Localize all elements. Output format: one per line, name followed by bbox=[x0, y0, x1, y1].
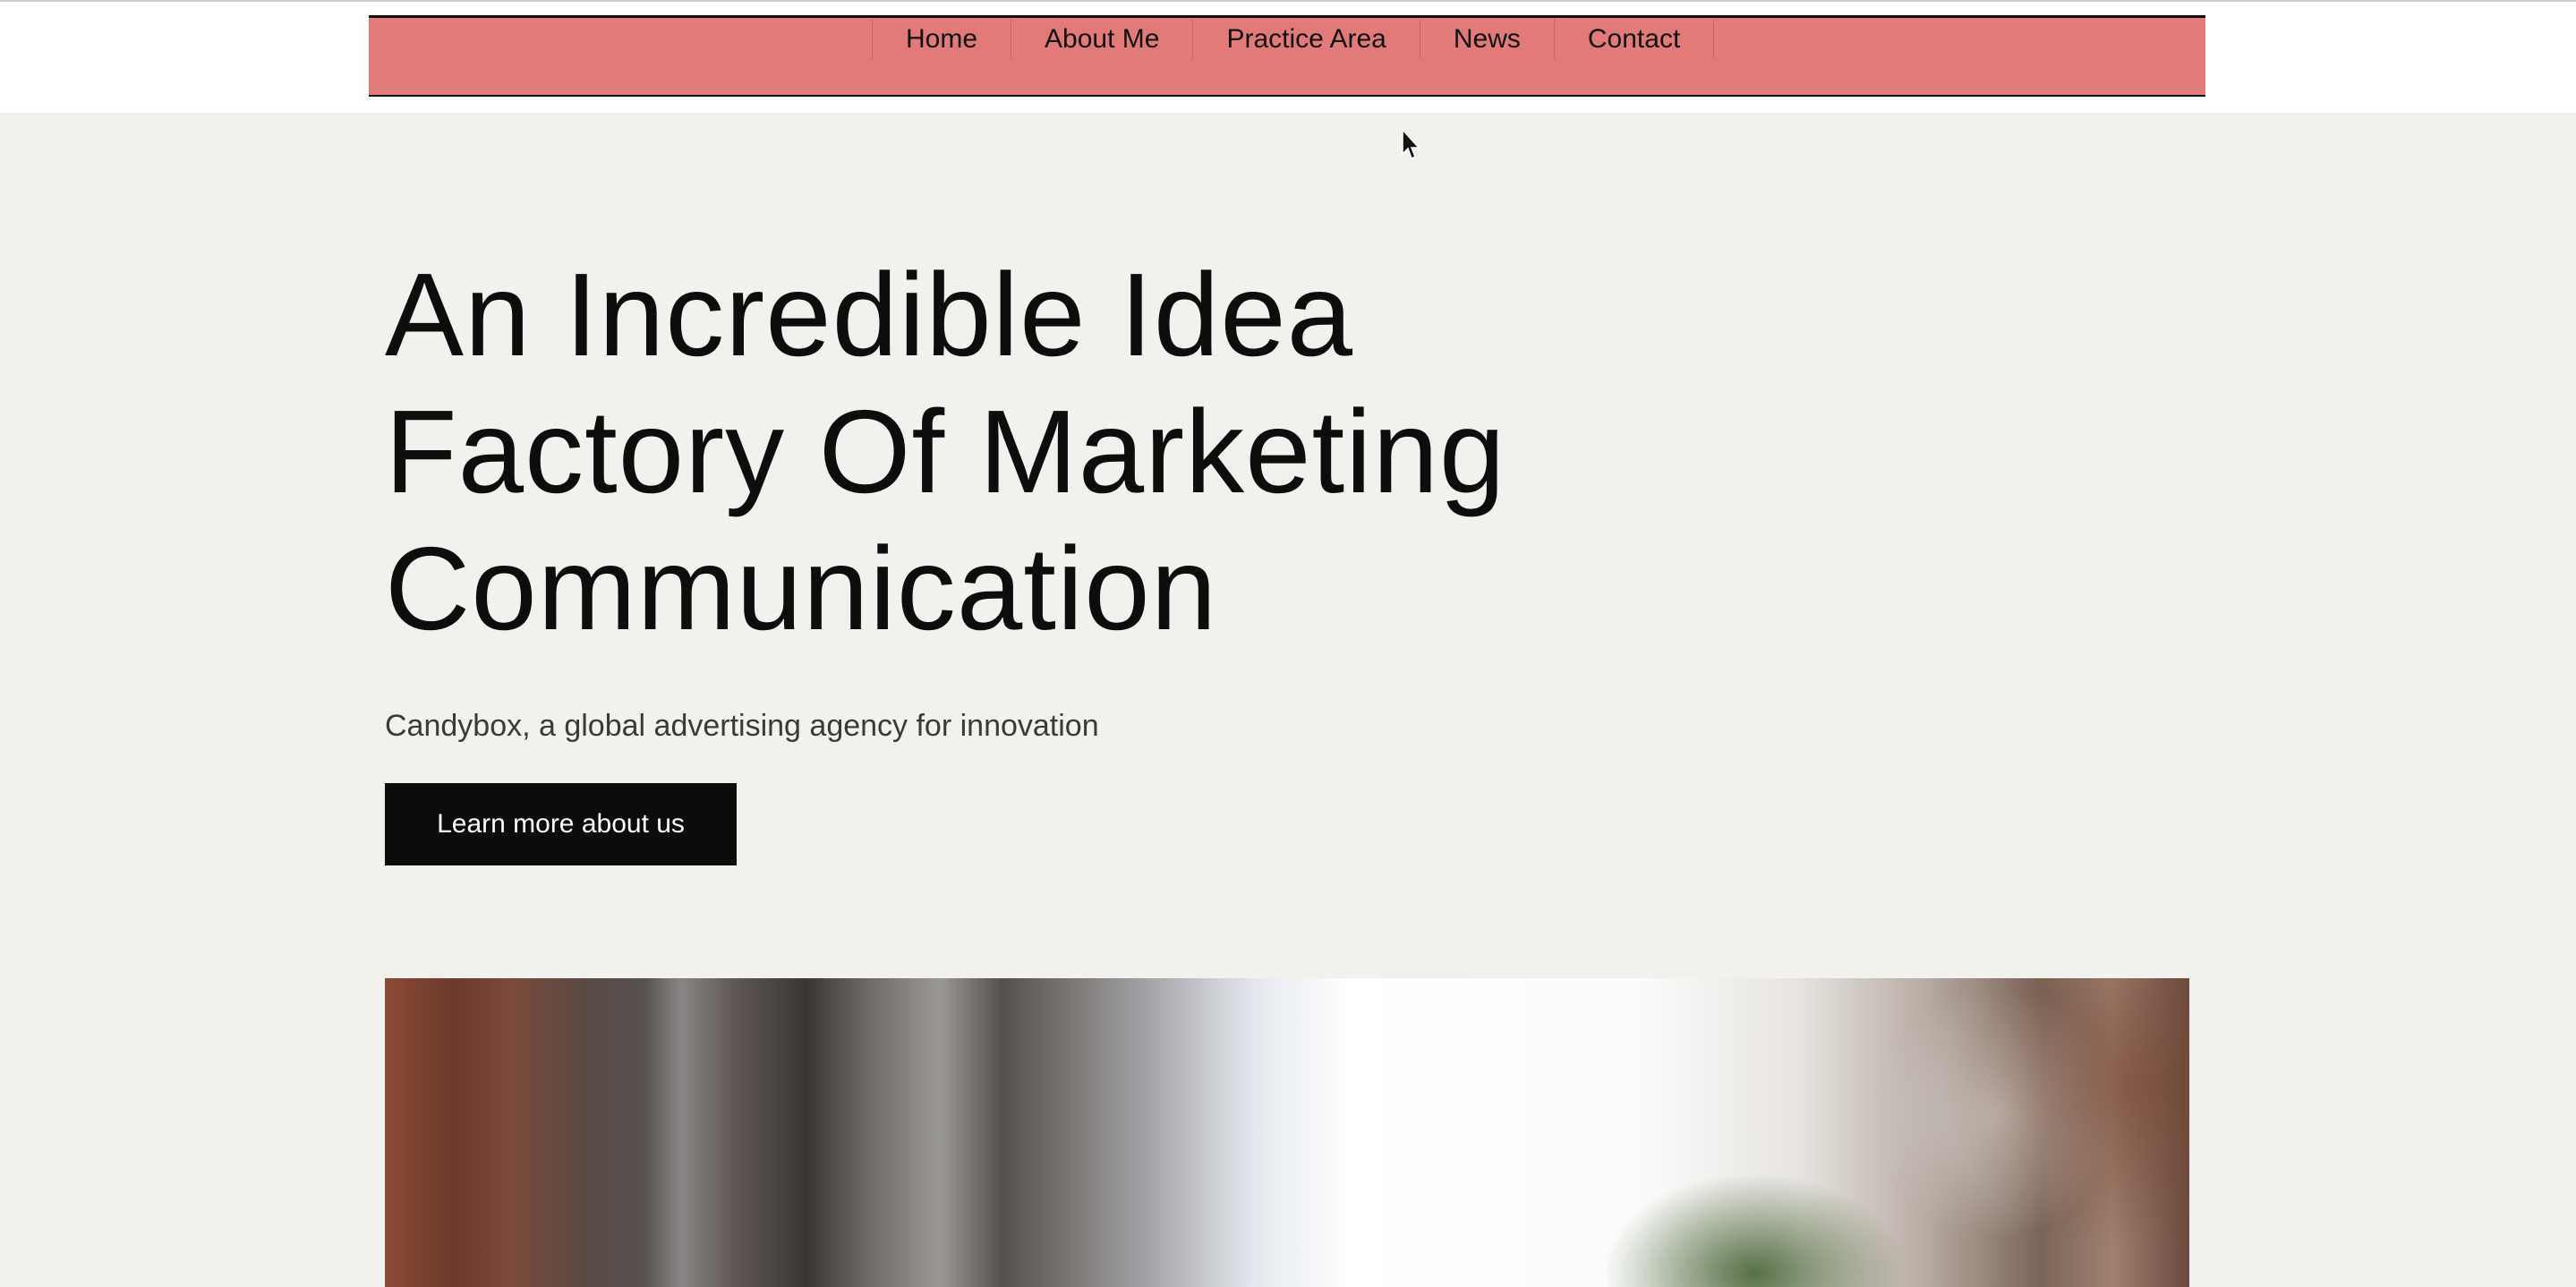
hero-section: An Incredible Idea Factory Of Marketing … bbox=[385, 246, 1727, 657]
nav-item-practice-area[interactable]: Practice Area bbox=[1193, 20, 1420, 59]
nav-item-contact[interactable]: Contact bbox=[1555, 20, 1715, 59]
hero-title-line: An Incredible Idea bbox=[385, 249, 1354, 380]
learn-more-button[interactable]: Learn more about us bbox=[385, 783, 737, 865]
nav-item-about-me[interactable]: About Me bbox=[1011, 20, 1194, 59]
main-navigation: Home About Me Practice Area News Contact bbox=[369, 15, 2205, 97]
nav-menu: Home About Me Practice Area News Contact bbox=[872, 20, 1715, 59]
mouse-pointer-icon bbox=[1402, 129, 1420, 160]
hero-image bbox=[385, 978, 2189, 1287]
nav-item-home[interactable]: Home bbox=[873, 20, 1012, 59]
hero-title-line: Communication bbox=[385, 523, 1218, 654]
nav-item-news[interactable]: News bbox=[1420, 20, 1555, 59]
hero-title-line: Factory Of Marketing bbox=[385, 386, 1506, 517]
hero-title: An Incredible Idea Factory Of Marketing … bbox=[385, 246, 1727, 657]
hero-subtitle: Candybox, a global advertising agency fo… bbox=[385, 709, 1099, 743]
